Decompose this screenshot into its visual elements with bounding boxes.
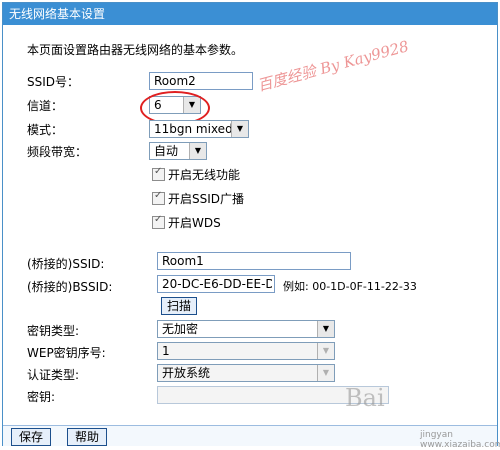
chevron-down-icon[interactable]: ▼ (189, 143, 206, 159)
settings-panel: 无线网络基本设置 本页面设置路由器无线网络的基本参数。 SSID号： 信道： 6… (2, 2, 498, 446)
mode-value: 11bgn mixed (154, 122, 233, 136)
chevron-down-icon[interactable]: ▼ (317, 321, 334, 337)
scan-button[interactable]: 扫描 (161, 297, 197, 315)
chevron-down-icon[interactable]: ▼ (231, 121, 248, 137)
key-type-label: 密钥类型: (27, 324, 80, 338)
baidu-watermark-logo: Bai (345, 384, 385, 412)
mode-label: 模式： (27, 123, 64, 137)
bandwidth-value: 自动 (154, 144, 179, 158)
mode-select[interactable]: 11bgn mixed ▼ (149, 120, 249, 138)
checkbox-icon[interactable] (152, 214, 165, 229)
bridged-bssid-label: (桥接的)BSSID: (27, 280, 113, 294)
wep-index-value: 1 (162, 344, 170, 358)
bssid-example: 例如: 00-1D-0F-11-22-33 (283, 280, 417, 293)
ssid-broadcast-checkbox[interactable]: 开启SSID广播 (152, 190, 244, 207)
key-type-value: 无加密 (162, 322, 199, 336)
key-type-select[interactable]: 无加密 ▼ (157, 320, 335, 338)
auth-type-value: 开放系统 (162, 366, 211, 380)
bridged-ssid-input[interactable] (157, 252, 351, 270)
bandwidth-label: 频段带宽： (27, 145, 88, 159)
save-button[interactable]: 保存 (11, 428, 51, 446)
page-description: 本页面设置路由器无线网络的基本参数。 (27, 43, 244, 57)
chevron-down-icon[interactable]: ▼ (317, 343, 334, 359)
panel-title: 无线网络基本设置 (3, 3, 497, 25)
enable-wireless-checkbox[interactable]: 开启无线功能 (152, 166, 240, 183)
ssid-broadcast-label: 开启SSID广播 (168, 192, 245, 206)
enable-wds-label: 开启WDS (168, 216, 221, 230)
wep-index-label: WEP密钥序号: (27, 346, 106, 360)
auth-type-label: 认证类型: (27, 368, 80, 382)
chevron-down-icon[interactable]: ▼ (317, 365, 334, 381)
auth-type-select[interactable]: 开放系统 ▼ (157, 364, 335, 382)
key-label: 密钥: (27, 390, 56, 404)
checkbox-icon[interactable] (152, 166, 165, 181)
checkbox-icon[interactable] (152, 190, 165, 205)
enable-wireless-label: 开启无线功能 (168, 168, 241, 182)
wep-index-select[interactable]: 1 ▼ (157, 342, 335, 360)
site-watermark: jingyan www.xiazaiba.com (420, 430, 500, 450)
ssid-label: SSID号： (27, 75, 80, 89)
channel-label: 信道： (27, 99, 64, 113)
help-button[interactable]: 帮助 (67, 428, 107, 446)
enable-wds-checkbox[interactable]: 开启WDS (152, 214, 221, 231)
bandwidth-select[interactable]: 自动 ▼ (149, 142, 207, 160)
bridged-bssid-input[interactable] (157, 275, 275, 293)
ssid-input[interactable] (149, 72, 253, 90)
bridged-ssid-label: (桥接的)SSID: (27, 257, 105, 271)
